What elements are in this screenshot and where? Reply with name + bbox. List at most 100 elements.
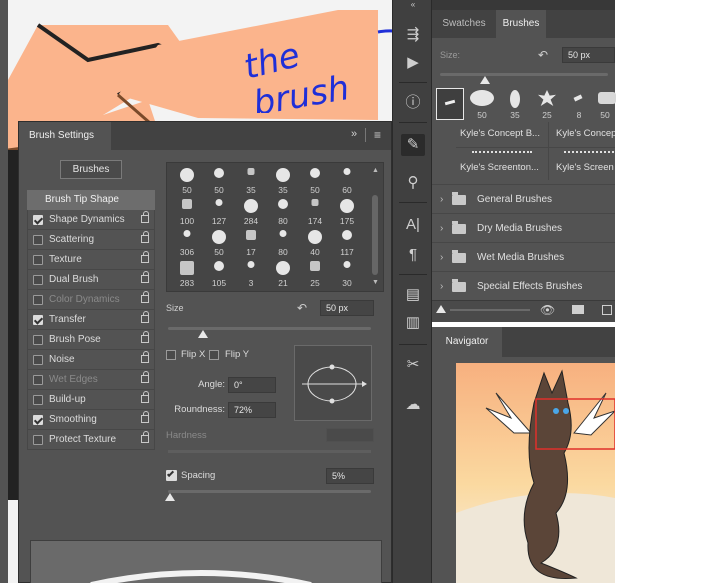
setting-checkbox[interactable] — [33, 355, 43, 365]
setting-item[interactable]: Build-up — [27, 390, 155, 410]
brush-settings-title[interactable]: Brush Settings — [19, 122, 111, 150]
brush-thumb[interactable]: 25 — [536, 88, 558, 124]
spacing-checkbox[interactable] — [166, 469, 177, 481]
scroll-up-icon[interactable]: ▲ — [372, 167, 379, 174]
setting-item[interactable]: Noise — [27, 350, 155, 370]
named-brush-row[interactable]: Kyle's Concept B... Kyle's Concep — [456, 122, 615, 148]
brush-tip-cell[interactable]: 3 — [235, 258, 267, 288]
setting-item[interactable]: Protect Texture — [27, 430, 155, 450]
brush-tip-cell[interactable]: 80 — [267, 227, 299, 257]
character-icon[interactable]: A| — [401, 214, 425, 236]
brush-tip-cell[interactable]: 17 — [235, 227, 267, 257]
scroll-down-icon[interactable]: ▼ — [372, 279, 379, 286]
brush-thumb[interactable]: 50 — [470, 88, 494, 124]
lock-icon[interactable] — [141, 351, 149, 363]
hardness-slider[interactable] — [168, 450, 371, 453]
collapse-panel-icon[interactable]: » — [351, 128, 357, 140]
brush-size-thumb[interactable] — [480, 76, 491, 84]
brush-thumb[interactable]: 8 — [568, 88, 590, 124]
setting-checkbox[interactable] — [33, 275, 43, 285]
brush-tip-cell[interactable]: 50 — [203, 165, 235, 195]
brush-tip-cell[interactable]: 35 — [235, 165, 267, 195]
setting-item[interactable]: Smoothing — [27, 410, 155, 430]
brush-tip-cell[interactable]: 283 — [171, 258, 203, 288]
hardness-field[interactable] — [326, 428, 374, 442]
tab-brushes[interactable]: Brushes — [496, 10, 546, 38]
tab-swatches[interactable]: Swatches — [432, 10, 496, 38]
panel-menu-icon[interactable]: ≡ — [374, 128, 381, 142]
tab-navigator[interactable]: Navigator — [432, 327, 502, 357]
brush-tip-cell[interactable]: 105 — [203, 258, 235, 288]
navigator-preview[interactable] — [456, 363, 615, 583]
lock-icon[interactable] — [141, 291, 149, 303]
setting-item[interactable]: Transfer — [27, 310, 155, 330]
size-field[interactable]: 50 px — [320, 300, 374, 316]
spacing-field[interactable]: 5% — [326, 468, 374, 484]
brush-tip-cell[interactable]: 100 — [171, 196, 203, 226]
brush-tip-cell[interactable]: 30 — [331, 258, 363, 288]
setting-item[interactable]: Color Dynamics — [27, 290, 155, 310]
setting-checkbox[interactable] — [33, 235, 43, 245]
paragraph-icon[interactable]: ¶ — [401, 244, 425, 266]
setting-item[interactable]: Texture — [27, 250, 155, 270]
setting-item[interactable]: Scattering — [27, 230, 155, 250]
flip-y-checkbox[interactable] — [209, 350, 219, 360]
brush-size-field[interactable]: 50 px — [562, 47, 615, 63]
brush-tip-cell[interactable]: 40 — [299, 227, 331, 257]
lock-icon[interactable] — [141, 231, 149, 243]
lock-icon[interactable] — [141, 211, 149, 223]
lock-icon[interactable] — [141, 411, 149, 423]
setting-checkbox[interactable] — [33, 335, 43, 345]
preview-size-thumb[interactable] — [436, 305, 446, 313]
setting-checkbox[interactable] — [33, 375, 43, 385]
selected-brush-thumb[interactable] — [436, 88, 464, 120]
lock-icon[interactable] — [141, 251, 149, 263]
lock-icon[interactable] — [141, 431, 149, 443]
folder-general-brushes[interactable]: › General Brushes — [432, 184, 615, 213]
angle-roundness-widget[interactable] — [294, 345, 372, 421]
setting-checkbox[interactable] — [33, 435, 43, 445]
spacing-thumb[interactable] — [165, 493, 176, 501]
tools-icon[interactable]: ✂ — [401, 354, 425, 376]
flip-x-checkbox[interactable] — [166, 350, 176, 360]
new-brush-icon[interactable] — [602, 305, 612, 315]
setting-item[interactable]: Shape Dynamics — [27, 210, 155, 230]
brush-tip-grid[interactable]: 50 50 35 35 50 60 100 127 284 80 174 175 306 50 17 80 40… — [166, 162, 384, 292]
setting-item[interactable]: Dual Brush — [27, 270, 155, 290]
brush-thumb[interactable]: 35 — [504, 88, 526, 124]
reset-size-icon[interactable]: ↶ — [297, 301, 307, 315]
folder-dry-media-brushes[interactable]: › Dry Media Brushes — [432, 213, 615, 242]
info-icon[interactable]: ⓘ — [401, 92, 425, 114]
setting-checkbox[interactable] — [33, 255, 43, 265]
brush-tip-cell[interactable]: 127 — [203, 196, 235, 226]
lock-icon[interactable] — [141, 271, 149, 283]
tip-grid-scrollbar[interactable] — [372, 195, 378, 275]
eye-icon[interactable]: 👁 — [540, 303, 555, 317]
setting-checkbox[interactable] — [33, 415, 43, 425]
brush-tip-cell[interactable]: 50 — [171, 165, 203, 195]
setting-item[interactable]: Brush Pose — [27, 330, 155, 350]
brush-tip-cell[interactable]: 60 — [331, 165, 363, 195]
clone-source-icon[interactable]: ⚲ — [401, 172, 425, 194]
play-icon[interactable]: ▶ — [401, 52, 425, 74]
setting-checkbox[interactable] — [33, 295, 43, 305]
reset-size-icon[interactable]: ↶ — [538, 48, 548, 62]
libraries-icon[interactable]: ☁ — [401, 394, 425, 416]
brush-settings-icon[interactable]: ✎ — [401, 134, 425, 156]
folder-special-effects-brushes[interactable]: › Special Effects Brushes — [432, 271, 615, 300]
folder-wet-media-brushes[interactable]: › Wet Media Brushes — [432, 242, 615, 271]
brush-tip-cell[interactable]: 50 — [299, 165, 331, 195]
setting-item[interactable]: Wet Edges — [27, 370, 155, 390]
brush-tip-cell[interactable]: 35 — [267, 165, 299, 195]
lock-icon[interactable] — [141, 371, 149, 383]
notes-icon[interactable]: ▥ — [401, 312, 425, 334]
brush-tip-cell[interactable]: 117 — [331, 227, 363, 257]
brush-tip-cell[interactable]: 21 — [267, 258, 299, 288]
angle-field[interactable]: 0° — [228, 377, 276, 393]
named-brush-row[interactable]: Kyle's Screenton... Kyle's Screen — [456, 148, 615, 180]
brush-tip-cell[interactable]: 80 — [267, 196, 299, 226]
brush-tip-cell[interactable]: 284 — [235, 196, 267, 226]
collapse-icon[interactable]: « — [401, 0, 425, 10]
brush-preset-icon[interactable]: ⇶ — [401, 24, 425, 46]
spacing-slider[interactable] — [168, 490, 371, 493]
